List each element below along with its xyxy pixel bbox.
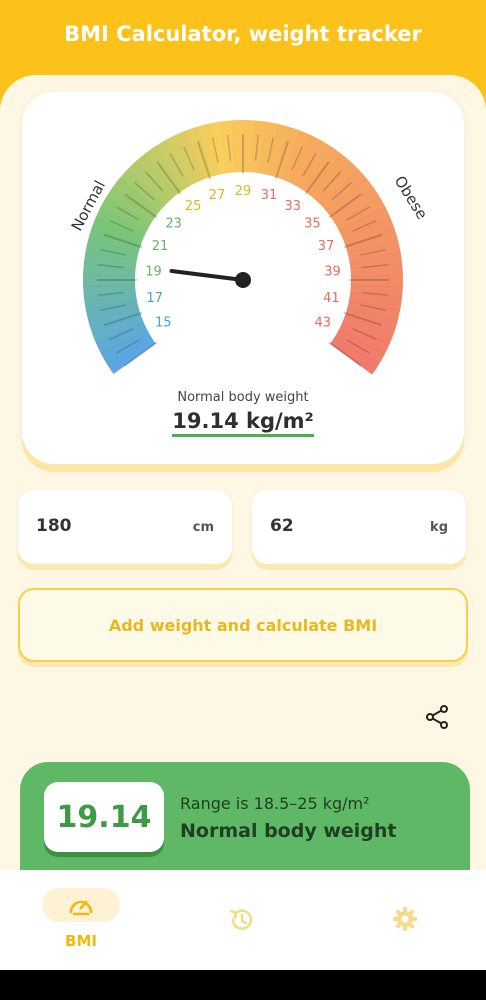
gauge-labels: 15 17 19 21 2325 27 29 31 3335 37 39 41 43 (145, 184, 341, 331)
weight-value: 62 (270, 516, 294, 536)
history-icon[interactable] (228, 906, 256, 934)
result-status: Normal body weight (180, 820, 397, 842)
gauge-tick-label: 41 (323, 291, 340, 306)
gauge-tick-label: 21 (152, 239, 169, 254)
gauge-tick-label: 19 (145, 265, 162, 280)
gauge-tick-label: 15 (155, 316, 172, 331)
gauge-tick-label: 25 (185, 199, 202, 214)
height-unit: cm (192, 520, 214, 535)
gauge-tick-label: 37 (318, 239, 335, 254)
gauge-tick-label: 35 (304, 217, 321, 232)
gauge-needle (169, 269, 245, 282)
gauge-tick-label: 39 (324, 265, 341, 280)
gauge-bmi-value: 19.14 kg/m² (22, 409, 464, 437)
gauge-tick-label: 29 (235, 184, 252, 199)
nav-label-bmi: BMI (65, 932, 97, 950)
gauge-tick-label: 23 (165, 217, 182, 232)
gauge-tick-label: 31 (261, 188, 278, 203)
gauge-tick-label: 27 (209, 188, 226, 203)
nav-item-bmi[interactable] (42, 888, 120, 922)
gauge-icon (69, 900, 93, 916)
gauge-status-label: Normal body weight (177, 390, 309, 405)
gauge-tick-label: 43 (314, 316, 331, 331)
gear-icon[interactable] (392, 906, 418, 932)
gauge-card: 15 17 19 21 23 25 27 29 31 33 35 37 39 41 43 Normal Ob… (22, 92, 464, 464)
result-range: Range is 18.5–25 kg/m² (180, 794, 370, 813)
gauge-label-obese: Obese (391, 173, 431, 223)
height-value: 180 (36, 516, 72, 536)
share-icon[interactable] (424, 704, 450, 730)
bottom-nav: BMI (0, 870, 486, 970)
weight-unit: kg (430, 520, 448, 535)
weight-input[interactable]: 62 kg (252, 490, 466, 564)
system-nav-bar (0, 970, 486, 1000)
result-bmi-badge: 19.14 (44, 782, 164, 852)
add-weight-button[interactable]: Add weight and calculate BMI (18, 588, 468, 662)
height-input[interactable]: 180 cm (18, 490, 232, 564)
app-title: BMI Calculator, weight tracker (64, 22, 422, 46)
gauge-needle-hub (235, 272, 251, 288)
gauge-tick-label: 17 (146, 291, 163, 306)
gauge-tick-label: 33 (285, 199, 302, 214)
